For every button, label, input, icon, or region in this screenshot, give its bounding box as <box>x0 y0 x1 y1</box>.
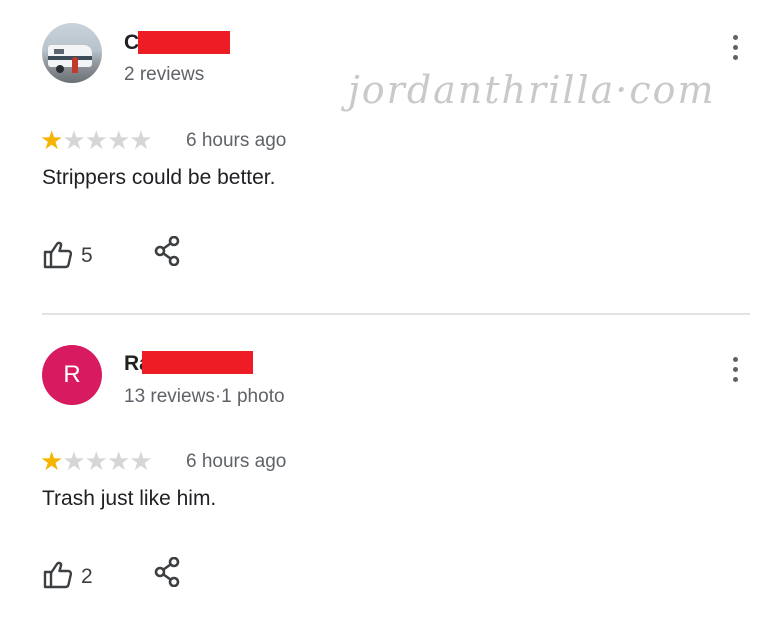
more-vert-icon[interactable] <box>725 33 747 63</box>
star-empty-icon: ★ <box>106 125 130 155</box>
avatar-person <box>72 57 78 73</box>
reviewer-name-text[interactable]: C <box>124 30 139 56</box>
star-empty-icon: ★ <box>106 446 130 476</box>
review-text: Strippers could be better. <box>42 166 276 189</box>
review-time: 6 hours ago <box>186 451 287 472</box>
like-count: 2 <box>81 565 93 588</box>
star-rating: ★★★★★ <box>40 446 153 476</box>
star-empty-icon: ★ <box>129 125 152 155</box>
avatar-rv-window <box>54 49 64 54</box>
reviewer-meta: 2 reviews <box>124 64 205 85</box>
star-empty-icon: ★ <box>62 446 85 476</box>
avatar-rv-stripe <box>48 56 92 60</box>
like-count: 5 <box>81 244 93 267</box>
reviewer-avatar[interactable] <box>42 23 102 83</box>
share-icon[interactable] <box>153 557 181 587</box>
avatar-rv-wheel <box>56 65 64 73</box>
name-redaction-bar <box>138 31 230 54</box>
star-filled-icon: ★ <box>40 446 63 476</box>
review-text: Trash just like him. <box>42 487 217 510</box>
reviewer-meta: 13 reviews·1 photo <box>124 386 285 407</box>
more-vert-icon[interactable] <box>725 355 747 385</box>
thumbs-up-icon[interactable] <box>42 239 74 271</box>
review-divider <box>42 313 750 315</box>
thumbs-up-icon[interactable] <box>42 559 74 591</box>
name-redaction-bar <box>142 351 253 374</box>
star-rating: ★★★★★ <box>40 125 153 155</box>
watermark-text: jordanthrilla·com <box>348 68 716 112</box>
star-filled-icon: ★ <box>40 125 63 155</box>
star-empty-icon: ★ <box>129 446 152 476</box>
share-icon[interactable] <box>153 236 181 266</box>
star-empty-icon: ★ <box>84 446 108 476</box>
star-empty-icon: ★ <box>62 125 85 155</box>
reviewer-avatar[interactable]: R <box>42 345 102 405</box>
star-empty-icon: ★ <box>84 125 108 155</box>
review-time: 6 hours ago <box>186 130 287 151</box>
